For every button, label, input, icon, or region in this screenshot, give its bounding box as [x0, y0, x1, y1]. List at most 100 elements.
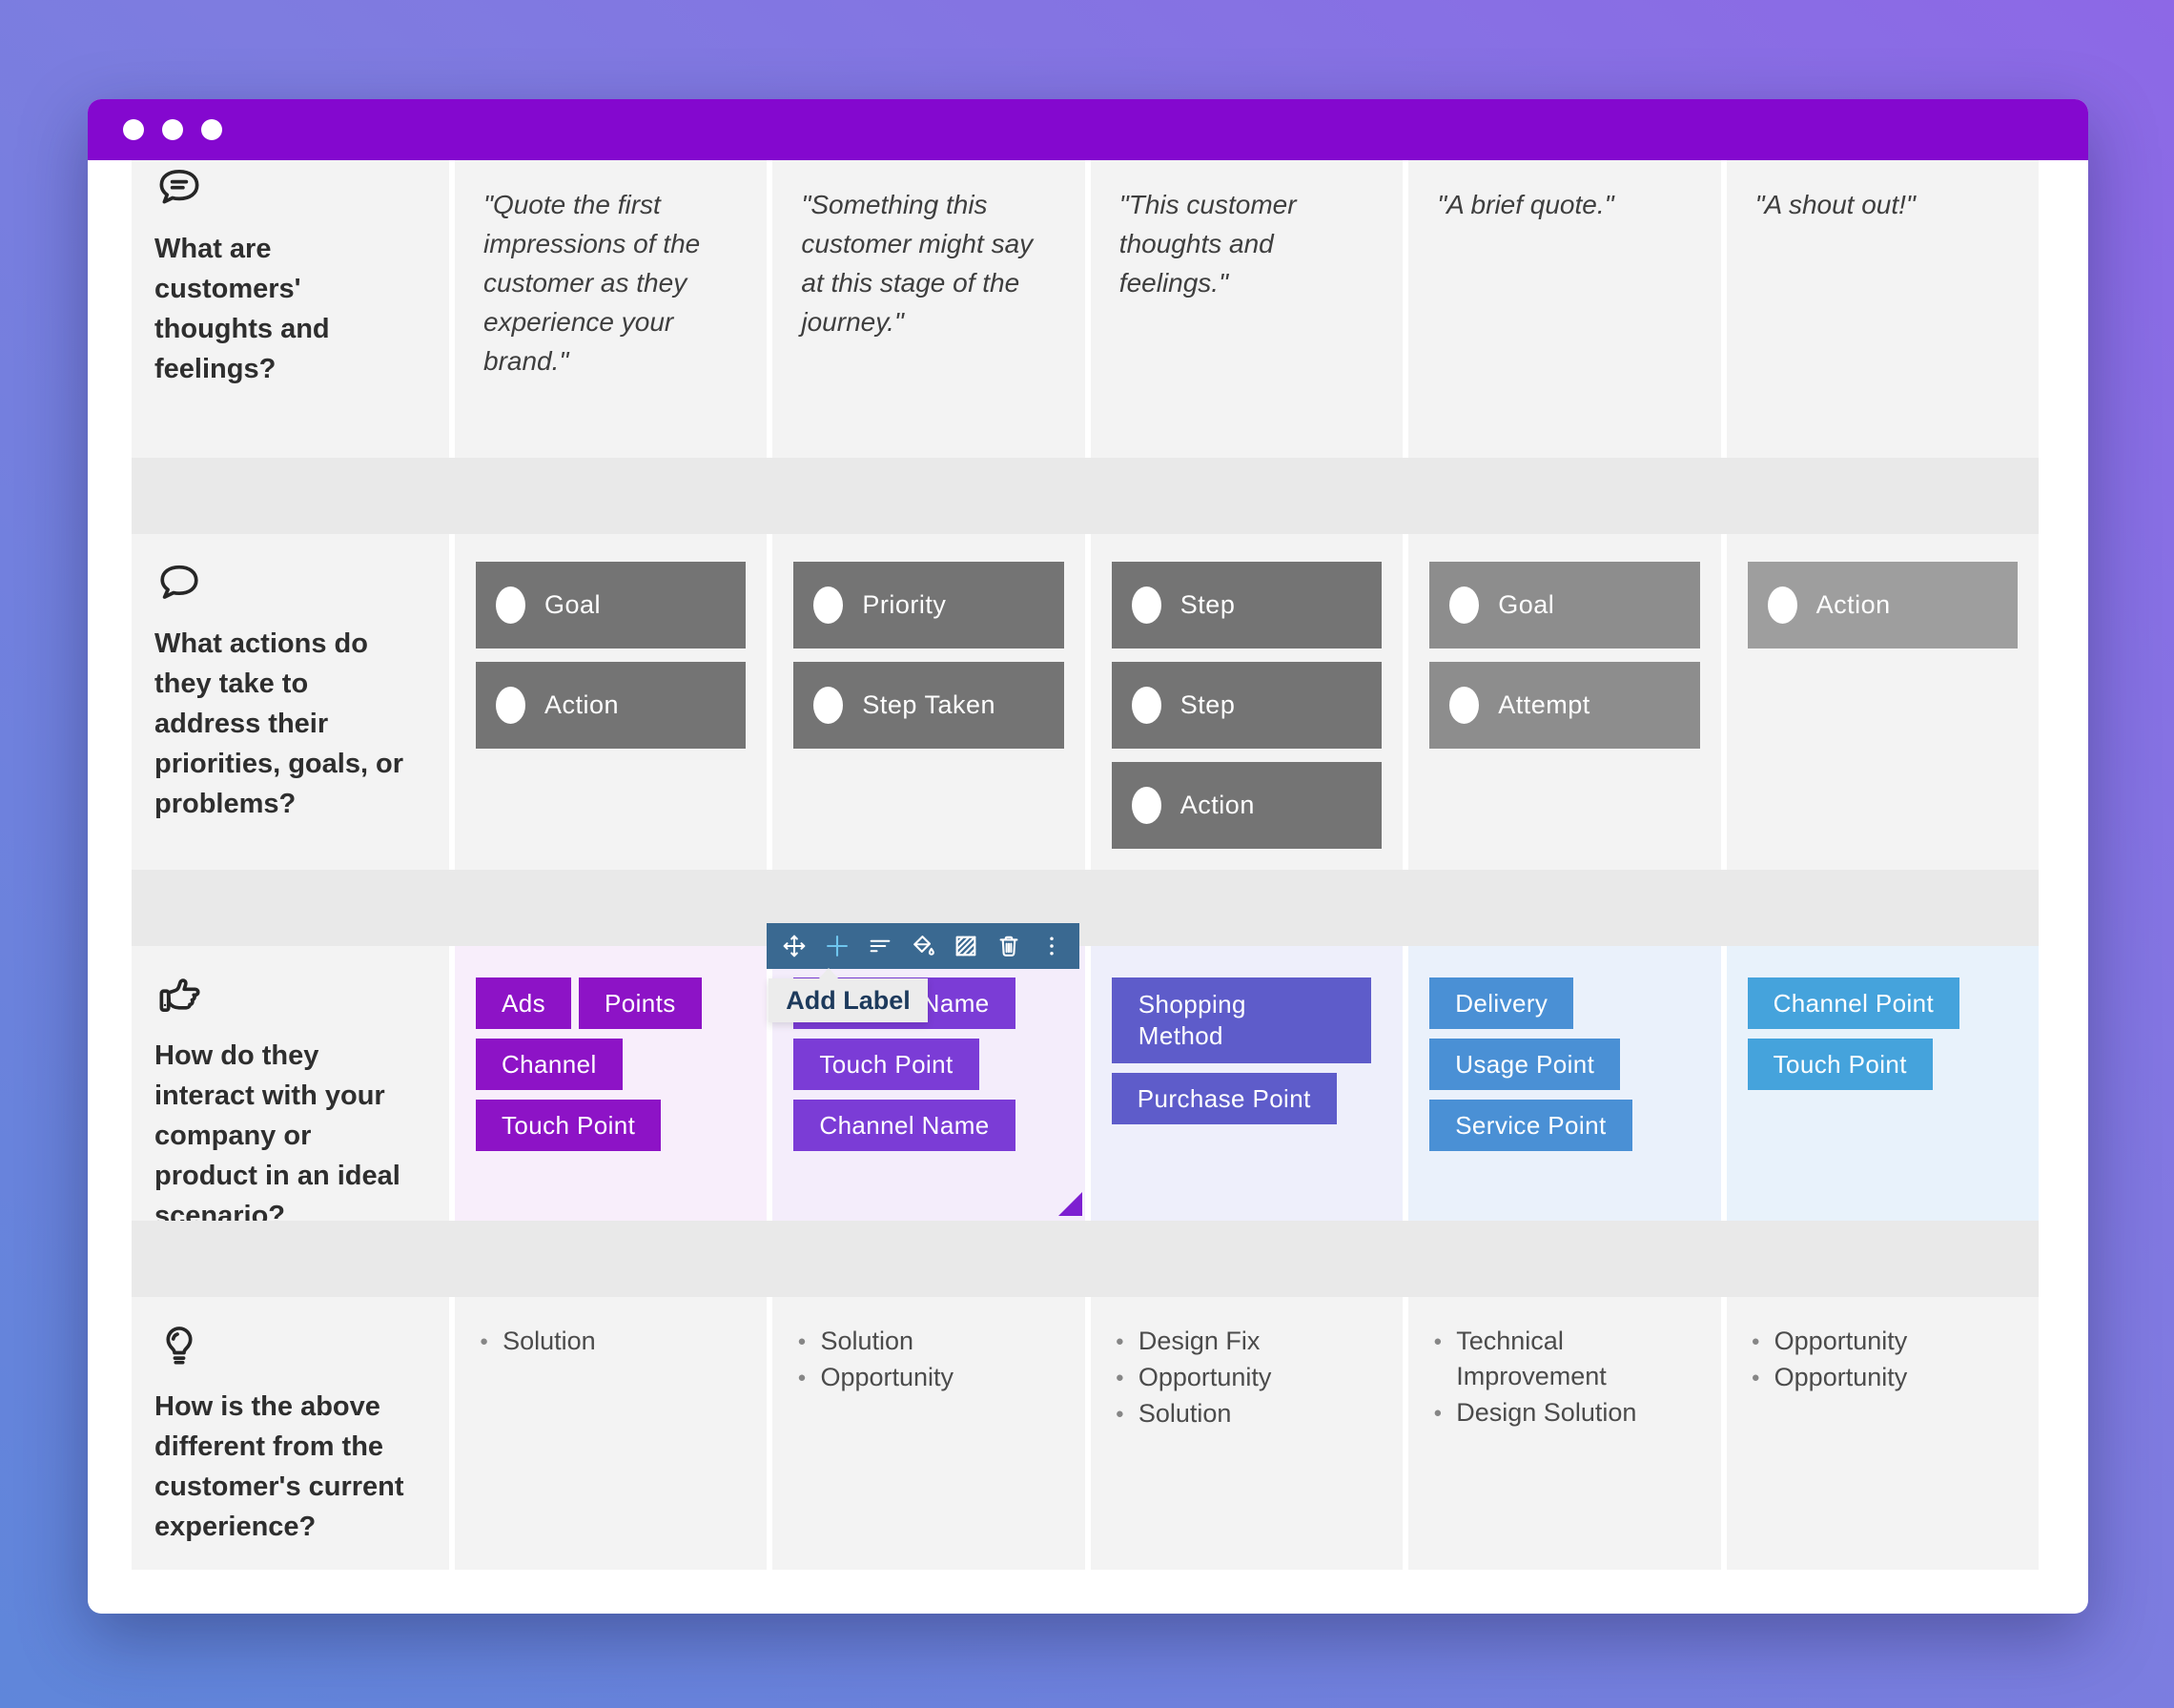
- status-circle-icon: [813, 687, 843, 724]
- status-circle-icon: [1132, 787, 1161, 824]
- touchpoint-chip[interactable]: Ads: [476, 977, 571, 1029]
- action-box-label: Action: [1180, 791, 1255, 820]
- interactions-cell: Shopping Method Purchase Point: [1091, 946, 1403, 1221]
- more-icon[interactable]: [1036, 927, 1068, 965]
- row-label-interactions: How do they interact with your company o…: [132, 946, 449, 1221]
- list-item-label: Technical Improvement: [1456, 1324, 1682, 1394]
- row-label-differences: How is the above different from the cust…: [132, 1297, 449, 1570]
- chip-line: Touch Point: [1748, 1039, 1933, 1090]
- list-item-label: Opportunity: [1138, 1360, 1272, 1395]
- lightbulb-icon: [154, 1322, 204, 1371]
- interactions-cell: Channel Point Touch Point: [1727, 946, 2039, 1221]
- touchpoint-chip[interactable]: Channel: [476, 1039, 623, 1090]
- action-box[interactable]: Action: [1748, 562, 2018, 648]
- actions-cell: Priority Step Taken: [772, 534, 1084, 870]
- row-question: What are customers' thoughts and feeling…: [154, 229, 420, 389]
- row-question: How is the above different from the cust…: [154, 1387, 420, 1547]
- bullet-icon: ●: [1752, 1360, 1760, 1395]
- status-circle-icon: [1132, 687, 1161, 724]
- action-box[interactable]: Step: [1112, 562, 1382, 648]
- chip-line: Delivery: [1429, 977, 1573, 1029]
- chip-line: Channel: [476, 1039, 623, 1090]
- desktop: { "palette": { "titlebar": "#8408cf", "r…: [0, 0, 2174, 1708]
- pattern-icon[interactable]: [950, 927, 982, 965]
- touchpoint-chip[interactable]: Channel Name: [793, 1100, 1015, 1151]
- action-box[interactable]: Priority: [793, 562, 1063, 648]
- fill-icon[interactable]: [907, 927, 939, 965]
- action-box-label: Action: [544, 690, 619, 720]
- touchpoint-chip[interactable]: Points: [579, 977, 702, 1029]
- list-item-label: Solution: [820, 1324, 913, 1359]
- align-icon[interactable]: [864, 927, 896, 965]
- bullet-icon: ●: [480, 1324, 488, 1359]
- differences-cell: ●Solution: [455, 1297, 767, 1570]
- touchpoint-chip[interactable]: Touch Point: [476, 1100, 661, 1151]
- action-box-label: Step: [1180, 590, 1236, 620]
- window-control-dot[interactable]: [123, 119, 144, 140]
- actions-cell: Goal Attempt: [1408, 534, 1720, 870]
- selection-resize-handle[interactable]: [1058, 1192, 1082, 1216]
- list-item: ●Opportunity: [1752, 1324, 2000, 1359]
- list-item-label: Opportunity: [1774, 1324, 1908, 1359]
- touchpoint-chip[interactable]: Shopping Method: [1112, 977, 1371, 1063]
- differences-cell: ●Solution● Opportunity: [772, 1297, 1084, 1570]
- action-box-label: Attempt: [1498, 690, 1590, 720]
- row-divider: [132, 458, 2039, 534]
- touchpoint-chip[interactable]: Purchase Point: [1112, 1073, 1337, 1124]
- action-box[interactable]: Goal: [1429, 562, 1699, 648]
- add-icon[interactable]: [821, 927, 853, 965]
- list-item: ●Opportunity: [1116, 1360, 1364, 1395]
- action-box[interactable]: Attempt: [1429, 662, 1699, 749]
- delete-icon[interactable]: [993, 927, 1025, 965]
- list-item: ●Solution: [797, 1324, 1046, 1359]
- list-item: ●Solution: [480, 1324, 728, 1359]
- window-control-dot[interactable]: [162, 119, 183, 140]
- touchpoint-chip[interactable]: Delivery: [1429, 977, 1573, 1029]
- action-box[interactable]: Action: [476, 662, 746, 749]
- touchpoint-chip[interactable]: Touch Point: [1748, 1039, 1933, 1090]
- bullet-list: ●Technical Improvement●Design Solution: [1433, 1324, 1682, 1430]
- app-window: What are customers' thoughts and feeling…: [88, 99, 2088, 1614]
- actions-cell: Action: [1727, 534, 2039, 870]
- row-divider: [132, 1221, 2039, 1297]
- list-item-label: Opportunity: [1774, 1360, 1908, 1395]
- list-item-label: Opportunity: [820, 1360, 954, 1395]
- row-question: What actions do they take to address the…: [154, 624, 420, 824]
- quote-cell[interactable]: "This customer thoughts and feelings.": [1091, 160, 1403, 458]
- touchpoint-chip[interactable]: Usage Point: [1429, 1039, 1620, 1090]
- bullet-icon: ●: [797, 1360, 806, 1395]
- touchpoint-chip[interactable]: Service Point: [1429, 1100, 1631, 1151]
- interactions-cell: AdsPoints Channel Touch Point: [455, 946, 767, 1221]
- window-titlebar[interactable]: [88, 99, 2088, 160]
- quote-cell[interactable]: "Quote the first impressions of the cust…: [455, 160, 767, 458]
- add-label-tooltip: Add Label: [769, 978, 928, 1022]
- bullet-icon: ●: [1116, 1324, 1124, 1359]
- window-control-dot[interactable]: [201, 119, 222, 140]
- quote-cell[interactable]: "A shout out!": [1727, 160, 2039, 458]
- quote-cell[interactable]: "Something this customer might say at th…: [772, 160, 1084, 458]
- bullet-list: ●Solution● Opportunity: [797, 1324, 1046, 1395]
- action-box[interactable]: Step: [1112, 662, 1382, 749]
- move-icon[interactable]: [778, 927, 810, 965]
- selection-toolbar: [767, 923, 1079, 969]
- bullet-icon: ●: [1433, 1395, 1442, 1430]
- list-item-label: Solution: [1138, 1396, 1232, 1431]
- chip-line: Channel Name: [793, 1100, 1015, 1151]
- action-box[interactable]: Goal: [476, 562, 746, 648]
- actions-cell: Step Step Action: [1091, 534, 1403, 870]
- list-item-label: Design Solution: [1456, 1395, 1636, 1430]
- list-item: ● Opportunity: [797, 1360, 1046, 1395]
- journey-map-grid: What are customers' thoughts and feeling…: [132, 160, 2039, 1570]
- row-label-thoughts: What are customers' thoughts and feeling…: [132, 160, 449, 458]
- list-item: ●Design Fix: [1116, 1324, 1364, 1359]
- bullet-icon: ●: [1433, 1324, 1442, 1394]
- action-box[interactable]: Step Taken: [793, 662, 1063, 749]
- quote-cell[interactable]: "A brief quote.": [1408, 160, 1720, 458]
- chip-line: Shopping Method: [1112, 977, 1371, 1063]
- chip-line: Channel Point: [1748, 977, 1960, 1029]
- touchpoint-chip[interactable]: Touch Point: [793, 1039, 978, 1090]
- action-box[interactable]: Action: [1112, 762, 1382, 849]
- row-divider: [132, 870, 2039, 946]
- chip-line: Usage Point: [1429, 1039, 1620, 1090]
- touchpoint-chip[interactable]: Channel Point: [1748, 977, 1960, 1029]
